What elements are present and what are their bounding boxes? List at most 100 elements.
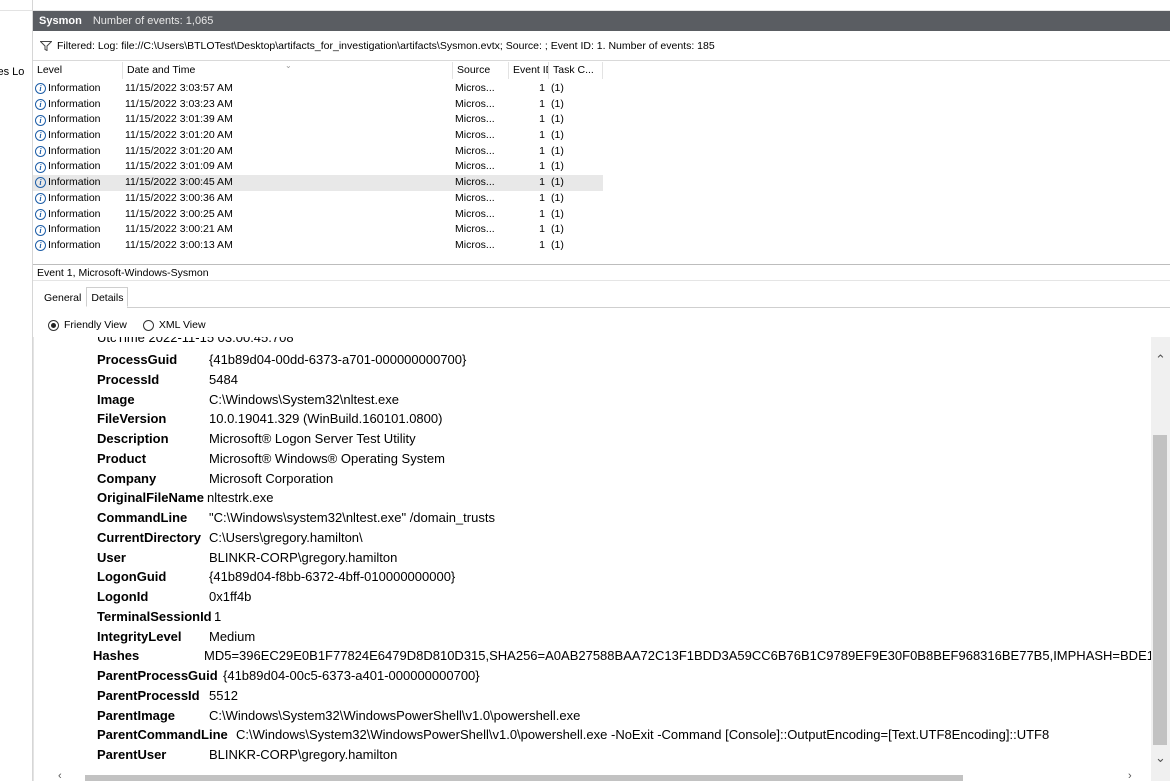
friendly-view-option[interactable]: Friendly View: [48, 318, 127, 332]
xml-view-option[interactable]: XML View: [142, 318, 206, 332]
horizontal-scroll-thumb[interactable]: [85, 775, 963, 781]
information-icon: i: [35, 161, 46, 173]
grid-rows: i Information 11/15/2022 3:03:57 AM Micros.…: [33, 81, 603, 254]
xml-view-label: XML View: [158, 319, 206, 331]
detail-field-value[interactable]: 1: [214, 607, 221, 627]
xml-view-radio[interactable]: [142, 319, 154, 331]
log-name: Sysmon: [39, 15, 82, 27]
vertical-scroll-thumb[interactable]: [1153, 435, 1167, 745]
detail-field-value[interactable]: {41b89d04-f8bb-6372-4bff-010000000000}: [209, 567, 455, 587]
detail-field-value[interactable]: {41b89d04-00dd-6373-a701-000000000700}: [209, 350, 466, 370]
table-row[interactable]: i Information 11/15/2022 3:00:45 AM Micros.…: [33, 175, 603, 191]
cell-date: 11/15/2022 3:00:45 AM: [125, 176, 233, 189]
left-pane-truncated-label[interactable]: ces Lo: [0, 66, 24, 78]
column-header-level[interactable]: Level: [33, 62, 123, 79]
friendly-view-radio[interactable]: [48, 319, 59, 331]
detail-field-value[interactable]: C:\Windows\System32\WindowsPowerShell\v1…: [209, 706, 580, 726]
column-header-task[interactable]: Task C...: [549, 62, 603, 79]
detail-field-value[interactable]: "C:\Windows\system32\nltest.exe" /domain…: [209, 508, 495, 528]
detail-field-value[interactable]: 10.0.19041.329 (WinBuild.160101.0800): [209, 409, 442, 429]
detail-field-name: CurrentDirectory: [97, 529, 202, 545]
cell-event-id: 1: [539, 97, 545, 110]
detail-field-name: Product: [97, 450, 147, 466]
detail-field-value[interactable]: Medium: [209, 627, 255, 647]
detail-field-name: IntegrityLevel: [97, 628, 182, 644]
table-row[interactable]: i Information 11/15/2022 3:00:36 AM Micros.…: [33, 191, 603, 207]
filter-icon: [40, 41, 52, 51]
information-icon: i: [35, 193, 46, 205]
detail-field-value[interactable]: Microsoft® Windows® Operating System: [209, 449, 445, 469]
left-navigation-pane[interactable]: ces Lo: [0, 0, 33, 781]
detail-field-value[interactable]: C:\Users\gregory.hamilton\: [209, 528, 363, 548]
detail-field-value[interactable]: C:\Windows\System32\nltest.exe: [209, 390, 399, 410]
detail-field-name: User: [97, 549, 126, 565]
grid-header: Level Date and Time Source Event ID Task…: [33, 62, 603, 79]
detail-field-value[interactable]: 0x1ff4b: [209, 587, 251, 607]
detail-field-value[interactable]: BLINKR-CORP\gregory.hamilton: [209, 548, 397, 568]
cell-source: Micros...: [455, 160, 495, 173]
cell-source: Micros...: [455, 129, 495, 142]
table-row[interactable]: i Information 11/15/2022 3:00:25 AM Micros.…: [33, 207, 603, 223]
cell-task-category: (1): [551, 191, 564, 204]
cell-level: i Information: [33, 238, 123, 254]
events-grid[interactable]: Level Date and Time Source Event ID Task…: [33, 62, 1170, 257]
cell-level: i Information: [33, 81, 123, 97]
cell-source: Micros...: [455, 97, 495, 110]
detail-field-name: ParentImage: [97, 707, 176, 723]
detail-field-value[interactable]: 5484: [209, 370, 238, 390]
level-text: Information: [48, 176, 101, 189]
cell-date: 11/15/2022 3:00:21 AM: [125, 223, 233, 236]
detail-field-value[interactable]: MD5=396EC29E0B1F77824E6479D8D810D315,SHA…: [204, 646, 1161, 666]
detail-field-name: Description: [97, 431, 169, 446]
detail-field-value[interactable]: BLINKR-CORP\gregory.hamilton: [209, 745, 397, 765]
cell-event-id: 1: [539, 191, 545, 204]
table-row[interactable]: i Information 11/15/2022 3:01:20 AM Micros.…: [33, 128, 603, 144]
detail-field-value[interactable]: {41b89d04-00c5-6373-a401-000000000700}: [223, 666, 480, 686]
level-text: Information: [48, 207, 101, 220]
friendly-view-label: Friendly View: [64, 319, 127, 331]
table-row[interactable]: i Information 11/15/2022 3:03:23 AM Micros.…: [33, 97, 603, 113]
cell-source: Micros...: [455, 144, 495, 157]
detail-field-value[interactable]: Microsoft Corporation: [209, 469, 333, 489]
information-icon: i: [35, 240, 46, 252]
detail-field-name: Image: [97, 391, 135, 407]
detail-field-value[interactable]: Microsoft® Logon Server Test Utility: [209, 429, 416, 449]
detail-field-name: OriginalFileName: [97, 490, 204, 506]
detail-field-name: FileVersion: [97, 411, 167, 427]
cell-task-category: (1): [551, 144, 564, 157]
scroll-right-icon[interactable]: ›: [1128, 770, 1132, 781]
column-header-event-id[interactable]: Event ID: [509, 62, 549, 79]
table-row[interactable]: i Information 11/15/2022 3:01:09 AM Micros.…: [33, 159, 603, 175]
cell-source: Micros...: [455, 82, 495, 94]
tab-details[interactable]: Details: [86, 287, 129, 307]
level-text: Information: [48, 191, 101, 204]
table-row[interactable]: i Information 11/15/2022 3:03:57 AM Micros.…: [33, 81, 603, 97]
vertical-scrollbar[interactable]: ⌃ ⌄: [1151, 337, 1170, 781]
detail-field-name: LogonGuid: [97, 569, 167, 585]
cell-event-id: 1: [539, 129, 545, 142]
scroll-left-icon[interactable]: ‹: [58, 770, 62, 781]
detail-field-name: CommandLine: [97, 510, 188, 525]
top-edge: [33, 0, 1170, 11]
tab-general[interactable]: General: [39, 287, 86, 307]
cell-source: Micros...: [455, 207, 495, 220]
cell-event-id: 1: [539, 113, 545, 126]
detail-field-value[interactable]: C:\Windows\System32\WindowsPowerShell\v1…: [236, 725, 1049, 745]
column-header-source[interactable]: Source: [453, 62, 509, 79]
detail-field-value[interactable]: nltestrk.exe: [207, 488, 273, 508]
event-detail-title: Event 1, Microsoft-Windows-Sysmon: [33, 264, 1170, 281]
event-details-panel[interactable]: UtcTime 2022-11-15 03:00:45.708 ProcessG…: [33, 337, 1170, 781]
information-icon: i: [35, 114, 46, 126]
table-row[interactable]: i Information 11/15/2022 3:00:21 AM Micros.…: [33, 222, 603, 238]
cell-task-category: (1): [551, 238, 564, 251]
table-row[interactable]: i Information 11/15/2022 3:01:39 AM Micros.…: [33, 112, 603, 128]
tab-divider: [127, 307, 1170, 308]
horizontal-scrollbar[interactable]: ‹ ›: [53, 770, 1170, 781]
table-row[interactable]: i Information 11/15/2022 3:01:20 AM Micros.…: [33, 144, 603, 160]
detail-field-value[interactable]: 5512: [209, 686, 238, 706]
cell-event-id: 1: [539, 238, 545, 251]
table-row[interactable]: i Information 11/15/2022 3:00:13 AM Micros.…: [33, 238, 603, 254]
scroll-down-icon[interactable]: ⌄: [1155, 751, 1166, 764]
cell-date: 11/15/2022 3:01:20 AM: [125, 144, 233, 157]
scroll-up-icon[interactable]: ⌃: [1155, 353, 1166, 366]
